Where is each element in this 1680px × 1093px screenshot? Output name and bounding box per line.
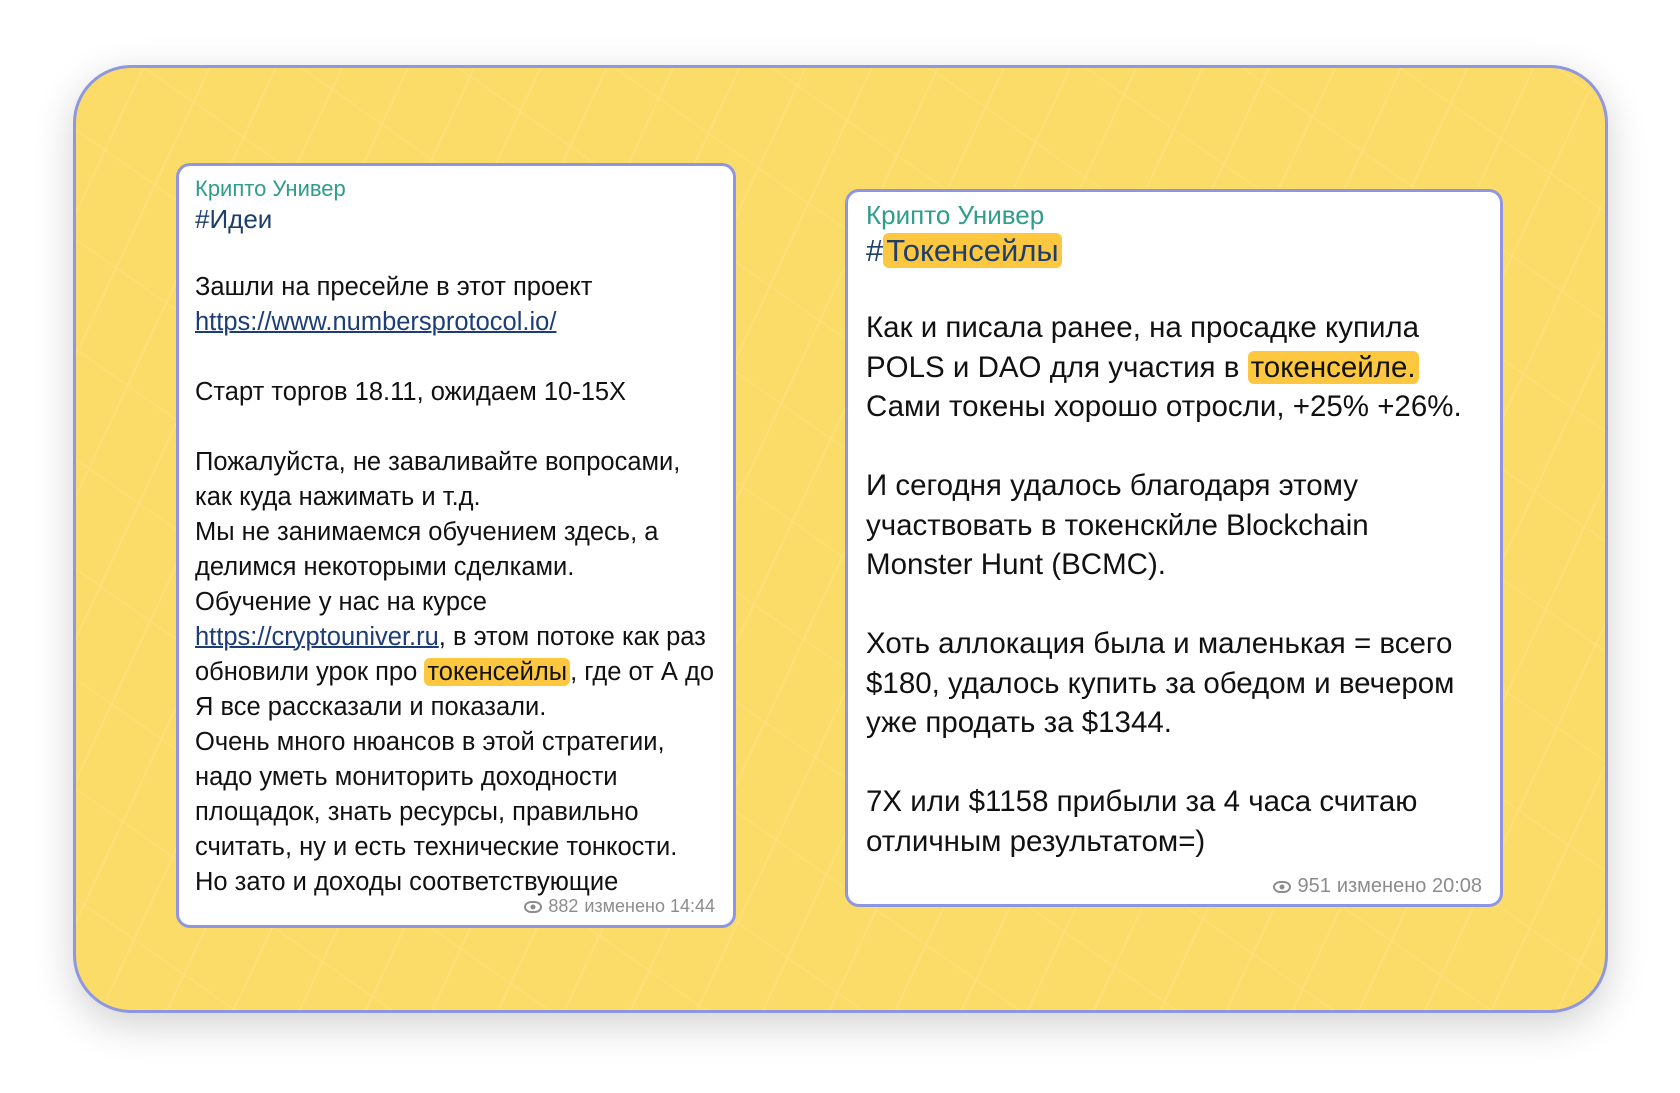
link-cryptouniver[interactable]: https://cryptouniver.ru (195, 623, 439, 651)
message-text: Очень много нюансов в этой стратегии, на… (195, 728, 678, 861)
eye-icon (1273, 880, 1292, 893)
message-text: Зашли на пресейле в этот проект (195, 273, 593, 301)
message-paragraph: Старт торгов 18.11, ожидаем 10-15X (195, 378, 627, 406)
hashtag-ideas[interactable]: #Идеи (195, 204, 717, 235)
message-paragraph: Как и писала ранее, на просадке купила P… (866, 308, 1482, 427)
hashtag-tokensales[interactable]: #Токенсейлы (866, 233, 1062, 269)
hashtag-symbol: # (866, 233, 884, 268)
message-body: Зашли на пресейле в этот проект https://… (195, 270, 717, 900)
message-meta: 951 изменено 20:08 (1273, 875, 1482, 898)
message-card-ideas[interactable]: Крипто Универ #Идеи Зашли на пресейле в … (176, 163, 736, 928)
message-body: Как и писала ранее, на просадке купила P… (866, 308, 1482, 861)
eye-icon (524, 900, 543, 913)
message-paragraph: Пожалуйста, не заваливайте вопросами, ка… (195, 445, 717, 900)
message-text: Сами токены хорошо отросли, +25% +26%. (866, 390, 1462, 423)
views-count: 882 (548, 896, 579, 916)
message-paragraph: 7Х или $1158 прибыли за 4 часа считаю от… (866, 785, 1418, 858)
message-paragraph: Хоть аллокация была и маленькая = всего … (866, 627, 1455, 739)
message-text: Пожалуйста, не заваливайте вопросами, ка… (195, 448, 681, 511)
message-paragraph: И сегодня удалось благодаря этому участв… (866, 469, 1369, 581)
edited-time: изменено 14:44 (584, 896, 715, 916)
channel-name[interactable]: Крипто Универ (866, 200, 1482, 231)
message-card-tokensales[interactable]: Крипто Универ #Токенсейлы Как и писала р… (845, 189, 1503, 907)
highlighted-word: Токенсейлы (883, 233, 1062, 268)
message-text: Мы не занимаемся обучением здесь, а дели… (195, 518, 659, 581)
highlighted-word: токенсейлы (424, 658, 571, 686)
channel-name[interactable]: Крипто Универ (195, 176, 717, 202)
views-count: 951 (1297, 875, 1331, 897)
edited-time: изменено 20:08 (1336, 875, 1482, 897)
message-meta: 882 изменено 14:44 (524, 896, 715, 917)
message-paragraph: Зашли на пресейле в этот проект https://… (195, 270, 717, 340)
message-text: Обучение у нас на курсе (195, 588, 487, 616)
message-text: Но зато и доходы соответствующие (195, 868, 619, 896)
highlighted-word: токенсейле. (1247, 350, 1419, 384)
link-numbersprotocol[interactable]: https://www.numbersprotocol.io/ (195, 308, 556, 336)
